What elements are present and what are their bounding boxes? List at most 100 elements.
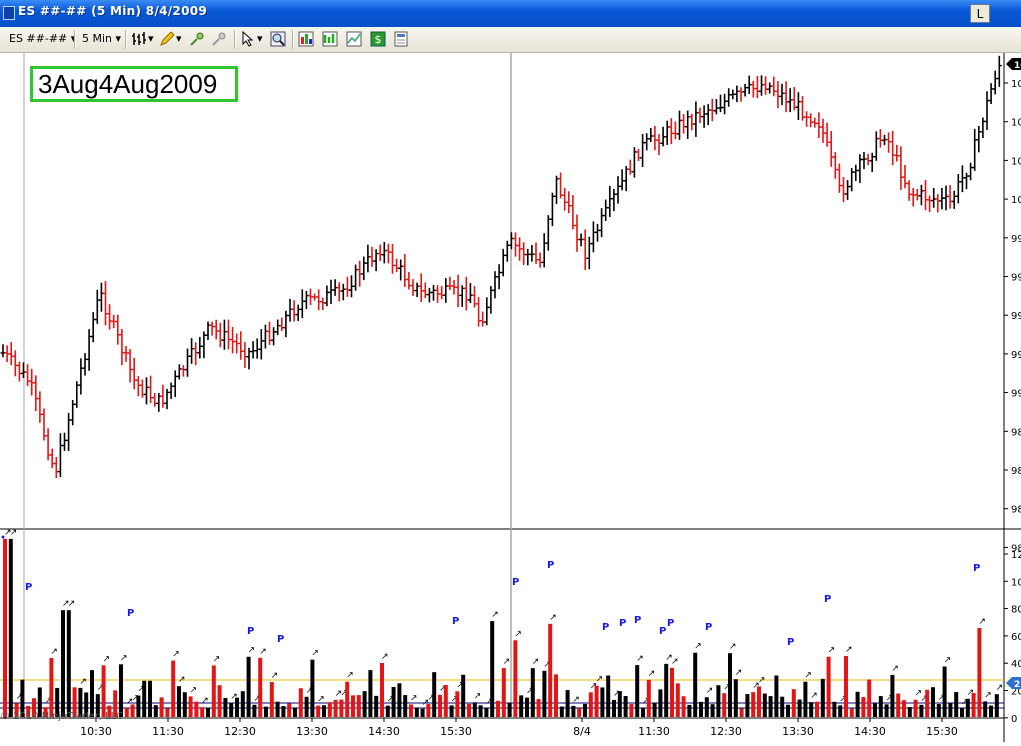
price-bar bbox=[877, 129, 883, 148]
chart-properties-icon[interactable] bbox=[346, 31, 362, 47]
volume-bar bbox=[728, 653, 732, 717]
volume-bar bbox=[658, 689, 663, 717]
volume-bar bbox=[414, 707, 419, 717]
volume-bar bbox=[687, 704, 692, 717]
price-bar bbox=[738, 87, 744, 102]
time-axis-label: 14:30 bbox=[854, 725, 886, 738]
volume-bar bbox=[507, 702, 512, 717]
volume-bar bbox=[710, 704, 715, 717]
price-bar bbox=[759, 75, 764, 96]
price-bar bbox=[795, 92, 801, 120]
cursor-icon[interactable] bbox=[240, 31, 256, 47]
price-bar bbox=[976, 125, 982, 153]
price-bar bbox=[123, 346, 129, 362]
volume-arrow-marker: ↗ bbox=[503, 657, 511, 667]
price-bar bbox=[902, 164, 908, 189]
volume-bar bbox=[612, 699, 616, 717]
window-title: ES ##-## (5 Min) 8/4/2009 bbox=[18, 4, 208, 18]
pivot-marker: P bbox=[973, 563, 980, 574]
price-bar bbox=[636, 148, 641, 162]
price-bar bbox=[845, 180, 851, 200]
price-bar bbox=[455, 274, 461, 308]
volume-bar bbox=[791, 689, 796, 717]
volume-arrow-marker: ↗ bbox=[694, 642, 702, 652]
zoom-in-icon[interactable] bbox=[189, 31, 205, 47]
pivot-marker: P bbox=[25, 582, 32, 593]
price-bar bbox=[570, 195, 576, 230]
price-bar bbox=[615, 176, 621, 204]
bar-style-icon[interactable] bbox=[131, 31, 147, 47]
volume-bar bbox=[954, 692, 959, 717]
cursor-dropdown-icon[interactable]: ▾ bbox=[257, 30, 263, 48]
price-bar bbox=[697, 107, 703, 124]
price-bar bbox=[66, 413, 72, 451]
price-bar bbox=[726, 88, 732, 107]
price-bar bbox=[443, 278, 449, 303]
volume-bar bbox=[66, 610, 71, 717]
volume-bar bbox=[513, 640, 518, 717]
bar-style-dropdown-icon[interactable]: ▾ bbox=[148, 30, 154, 48]
price-bar bbox=[681, 114, 687, 134]
chart-area[interactable]: 1010101099999999999898989810↗↗↗↗↗↗↗↗↗↗↗↗… bbox=[0, 53, 1021, 742]
price-bar bbox=[320, 297, 326, 310]
volume-arrow-marker: ↗ bbox=[178, 675, 186, 685]
pivot-marker: P bbox=[634, 615, 641, 626]
volume-bar bbox=[235, 697, 239, 717]
volume-bar bbox=[229, 703, 234, 717]
zoom-out-icon[interactable] bbox=[211, 31, 227, 47]
pencil-draw-icon[interactable] bbox=[159, 31, 175, 47]
magnifier-icon[interactable] bbox=[270, 31, 286, 47]
volume-bar bbox=[327, 702, 332, 717]
instrument-selector[interactable]: ES ##-## ▾ bbox=[9, 30, 76, 48]
price-bar bbox=[689, 113, 695, 131]
volume-bar bbox=[409, 704, 413, 717]
price-axis-label: 10 bbox=[1011, 156, 1021, 167]
price-volume-chart[interactable]: 1010101099999999999898989810↗↗↗↗↗↗↗↗↗↗↗↗… bbox=[0, 53, 1021, 742]
price-bar bbox=[972, 128, 978, 171]
price-bar bbox=[160, 384, 166, 408]
price-bar bbox=[103, 281, 108, 326]
price-bar bbox=[410, 279, 416, 297]
svg-text:$: $ bbox=[375, 33, 382, 46]
volume-bar bbox=[936, 704, 941, 717]
template-icon[interactable] bbox=[393, 31, 409, 47]
price-bar bbox=[906, 180, 912, 201]
pivot-marker: P bbox=[602, 622, 609, 633]
pencil-dropdown-icon[interactable]: ▾ bbox=[176, 30, 182, 48]
volume-bar bbox=[838, 705, 843, 717]
price-bar bbox=[820, 118, 826, 143]
volume-bar bbox=[762, 693, 767, 717]
volume-arrow-marker: ↗ bbox=[532, 657, 540, 667]
volume-bar bbox=[206, 708, 210, 717]
price-bar bbox=[287, 298, 293, 322]
price-bar bbox=[426, 287, 432, 303]
time-axis-label: 14:30 bbox=[368, 725, 400, 738]
dollar-icon[interactable]: $ bbox=[370, 31, 386, 47]
volume-bar bbox=[240, 691, 245, 717]
volume-bar bbox=[148, 680, 152, 717]
volume-bar bbox=[809, 702, 814, 717]
interval-selector[interactable]: 5 Min ▾ bbox=[82, 30, 121, 48]
volume-bar bbox=[704, 697, 709, 717]
volume-arrow-marker: ↗ bbox=[706, 686, 714, 696]
volume-arrow-marker: ↗ bbox=[474, 691, 482, 701]
price-bar bbox=[959, 165, 965, 193]
indicators-icon[interactable] bbox=[298, 31, 314, 47]
price-bar bbox=[361, 256, 367, 281]
price-bar bbox=[295, 304, 301, 322]
strategies-icon[interactable] bbox=[322, 31, 338, 47]
price-bar bbox=[180, 365, 186, 377]
restore-button[interactable]: L bbox=[970, 4, 990, 23]
price-bar bbox=[336, 282, 342, 302]
price-bar bbox=[775, 81, 781, 109]
price-bar bbox=[463, 276, 469, 311]
price-bar bbox=[668, 118, 674, 145]
volume-bar bbox=[803, 681, 808, 717]
price-bar bbox=[828, 131, 834, 167]
volume-bar bbox=[617, 691, 622, 717]
price-bar bbox=[914, 188, 920, 201]
price-bar bbox=[172, 370, 178, 398]
price-axis-label: 10 bbox=[1011, 195, 1021, 206]
volume-bar bbox=[757, 686, 761, 717]
price-bar bbox=[693, 101, 699, 137]
